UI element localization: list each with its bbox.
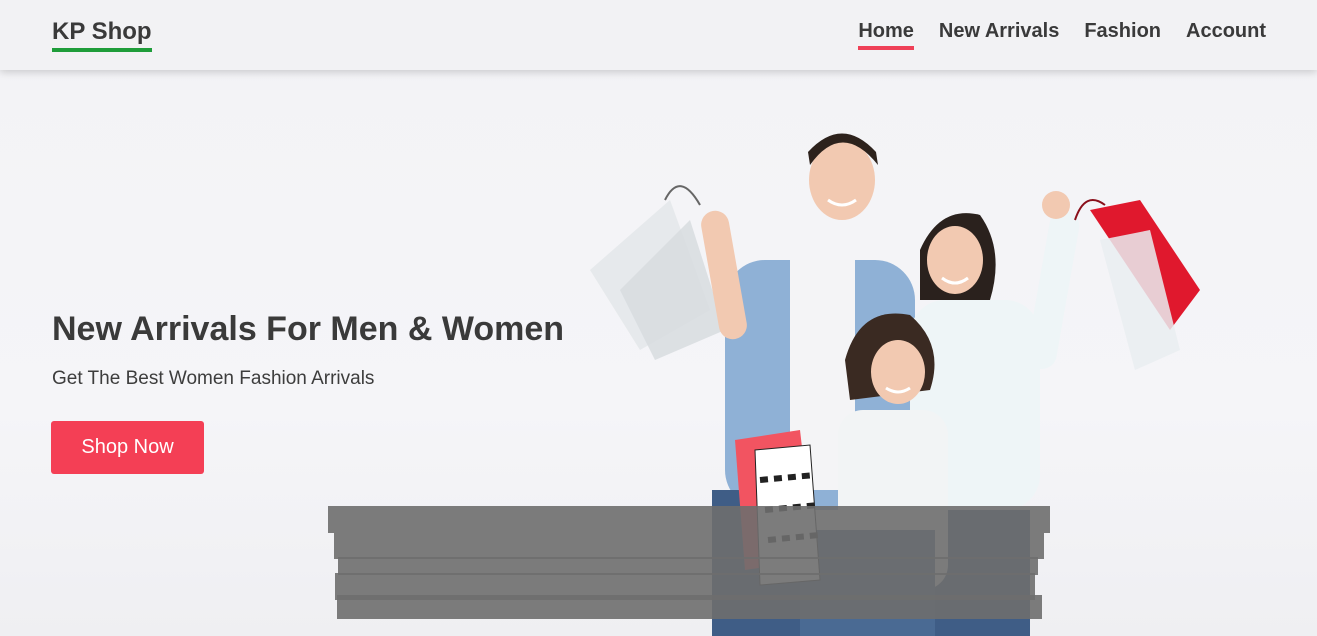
nav-item-fashion: Fashion (1084, 20, 1161, 50)
nav-link-new-arrivals[interactable]: New Arrivals (939, 20, 1059, 50)
hero-section: New Arrivals For Men & Women Get The Bes… (0, 70, 1317, 636)
nav-link-home[interactable]: Home (858, 20, 914, 50)
navbar: KP Shop Home New Arrivals Fashion Accoun… (0, 0, 1317, 70)
hero-title: New Arrivals For Men & Women (52, 310, 564, 348)
white-shopping-bags (590, 185, 725, 360)
nav-item-home: Home (858, 20, 914, 50)
brand-logo[interactable]: KP Shop (52, 18, 152, 52)
main-nav: Home New Arrivals Fashion Account (858, 20, 1266, 50)
nav-link-fashion[interactable]: Fashion (1084, 20, 1161, 50)
redaction-bar (334, 533, 1044, 559)
redaction-bar (337, 595, 1042, 619)
redaction-bar (328, 506, 1050, 533)
red-shopping-bag (1074, 199, 1200, 370)
nav-item-account: Account (1186, 20, 1266, 50)
nav-link-account[interactable]: Account (1186, 20, 1266, 50)
shop-now-button[interactable]: Shop Now (51, 421, 204, 474)
nav-item-new-arrivals: New Arrivals (939, 20, 1059, 50)
hero-subtitle: Get The Best Women Fashion Arrivals (52, 368, 375, 389)
